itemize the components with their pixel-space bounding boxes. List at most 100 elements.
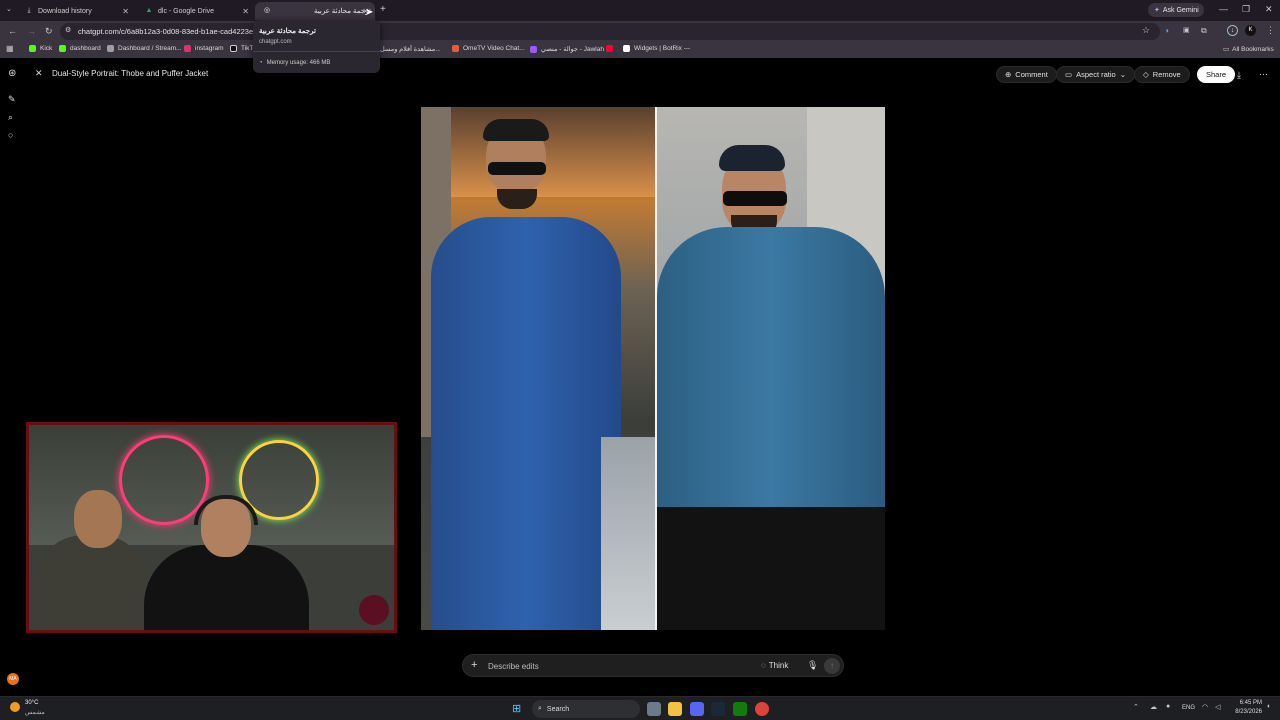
aspect-ratio-button[interactable]: ▭ Aspect ratio ⌄ <box>1056 66 1135 83</box>
user-avatar[interactable]: MA <box>7 673 19 685</box>
ask-gemini-label: Ask Gemini <box>1162 6 1199 14</box>
aspect-ratio-icon: ▭ <box>1065 70 1073 79</box>
extension-icon[interactable]: ▣ <box>1183 26 1190 34</box>
close-icon[interactable]: ✕ <box>242 7 249 16</box>
site-info-icon[interactable]: ⚙ <box>65 26 71 34</box>
clock-date[interactable]: 8/23/2026 <box>1226 709 1262 715</box>
chatgpt-icon: ◎ <box>263 7 271 14</box>
apps-grid-icon[interactable]: ▦ <box>6 44 14 53</box>
search-icon: ⌕ <box>538 705 542 712</box>
page-icon <box>107 45 114 52</box>
close-icon[interactable]: ✕ <box>122 7 129 16</box>
microphone-icon[interactable]: ● <box>1166 703 1170 710</box>
eraser-icon: ◇ <box>1143 70 1149 79</box>
microphone-icon[interactable]: 🎙 <box>807 660 818 671</box>
menu-kebab-icon[interactable]: ⋮ <box>1266 25 1275 36</box>
tab-google-drive[interactable]: ▲ dlc - Google Drive ✕ <box>137 2 255 20</box>
bookmark-item[interactable]: instagram <box>184 45 224 52</box>
toolbar: ← → ↻ ⚙ chatgpt.com/c/6a8b12a3-0d08-83ed… <box>0 21 1280 42</box>
remove-label: Remove <box>1152 70 1181 79</box>
send-button[interactable]: ↑ <box>824 658 840 674</box>
add-icon[interactable]: + <box>471 659 477 671</box>
tab-download-history[interactable]: ⤓ Download history ✕ <box>17 2 135 20</box>
think-label: Think <box>768 661 789 670</box>
kick-icon <box>59 45 66 52</box>
close-window-icon[interactable]: ✕ <box>1265 4 1273 15</box>
chrome-icon[interactable] <box>755 702 769 716</box>
bookmark-star-icon[interactable]: ☆ <box>1142 25 1150 36</box>
windows-start-icon[interactable]: ⊞ <box>512 702 521 715</box>
close-icon[interactable]: ✕ <box>35 68 43 79</box>
divider <box>253 51 380 52</box>
clock-time[interactable]: 6:45 PM <box>1230 700 1262 706</box>
weather-sun-icon[interactable] <box>10 702 20 712</box>
back-icon[interactable]: ← <box>8 26 17 36</box>
edit-prompt-composer[interactable]: + Describe edits ◌ Think 🎙 ↑ <box>462 654 844 677</box>
mouse-cursor-icon: ➤ <box>365 7 374 18</box>
chat-bubble-icon[interactable]: ○ <box>8 130 13 140</box>
maximize-icon[interactable]: ❐ <box>1242 4 1250 15</box>
download-icon[interactable]: ↓ <box>1227 25 1238 36</box>
bookmark-item[interactable] <box>606 45 617 52</box>
language-indicator[interactable]: ENG <box>1182 705 1195 711</box>
aspect-ratio-label: Aspect ratio <box>1076 70 1116 79</box>
jawlah-icon <box>530 45 537 53</box>
cloud-icon[interactable]: ☁ <box>1150 703 1157 711</box>
more-options-icon[interactable]: ⋯ <box>1259 69 1268 80</box>
taskbar-search-box[interactable]: ⌕ Search <box>532 700 640 718</box>
discord-icon[interactable] <box>690 702 704 716</box>
google-drive-icon: ▲ <box>145 7 153 14</box>
bookmark-item[interactable]: جوالة - منصي - Jawlah ... <box>530 45 611 53</box>
remove-button[interactable]: ◇ Remove <box>1134 66 1190 83</box>
ask-gemini-button[interactable]: ✦ Ask Gemini <box>1148 3 1204 17</box>
beard <box>497 189 537 209</box>
address-bar[interactable]: ⚙ chatgpt.com/c/6a8b12a3-0d08-83ed-b1ae-… <box>60 23 1160 40</box>
person-left-face <box>74 490 122 548</box>
weather-temp: 30°C <box>25 700 39 706</box>
bookmark-label: مشاهدة أفلام ومسل... <box>380 46 441 53</box>
kick-icon <box>29 45 36 52</box>
tab-strip: ⌄ ⤓ Download history ✕ ▲ dlc - Google Dr… <box>0 0 1280 21</box>
person-right <box>144 545 309 630</box>
describe-edits-input[interactable]: Describe edits <box>488 662 539 671</box>
bookmark-label: instagram <box>195 45 224 52</box>
tab-search-icon[interactable]: ⌄ <box>6 5 12 13</box>
profile-avatar[interactable]: K <box>1245 25 1256 36</box>
steam-icon[interactable] <box>711 702 725 716</box>
task-view-icon[interactable] <box>647 702 661 716</box>
bookmark-item[interactable]: dashboard <box>59 45 101 52</box>
all-bookmarks[interactable]: ▭ All Bookmarks <box>1223 45 1274 54</box>
weather-desc: مشمس <box>25 710 45 716</box>
volume-icon[interactable]: ◁ <box>1215 703 1220 711</box>
folder-icon: ▭ <box>1223 46 1230 53</box>
extensions-puzzle-icon[interactable]: ⧉ <box>1201 26 1207 36</box>
bookmark-item[interactable]: OmeTV Video Chat... <box>452 45 525 52</box>
reload-icon[interactable]: ↻ <box>45 26 53 37</box>
stream-logo <box>359 595 389 625</box>
share-button[interactable]: Share <box>1197 66 1236 83</box>
xbox-icon[interactable] <box>733 702 747 716</box>
download-icon: ⤓ <box>27 7 31 14</box>
notification-bell-icon[interactable]: ◐ <box>1267 703 1271 710</box>
chevron-up-icon[interactable]: ⌃ <box>1133 703 1139 711</box>
hair <box>719 145 785 171</box>
new-chat-icon[interactable]: ✎ <box>8 94 16 105</box>
tab-chatgpt[interactable]: ◎ ترجمة محادثة عربية ✕ <box>255 2 375 20</box>
bookmark-item[interactable]: Dashboard / Stream... <box>107 45 182 52</box>
comment-button[interactable]: ⊕ Comment <box>996 66 1057 83</box>
download-icon[interactable]: ⤓ <box>1237 70 1241 81</box>
think-button[interactable]: ◌ Think <box>761 661 788 670</box>
bookmark-item[interactable]: مشاهدة أفلام ومسل... <box>380 45 441 53</box>
bookmark-item[interactable]: Widgets | BotRix --- <box>623 45 690 52</box>
minimize-icon[interactable]: — <box>1219 4 1228 14</box>
file-explorer-icon[interactable] <box>668 702 682 716</box>
forward-icon[interactable]: → <box>27 26 36 36</box>
person-left <box>34 535 149 630</box>
extension-icon[interactable]: ◗ <box>1165 26 1170 35</box>
bookmark-label: Kick <box>40 45 53 52</box>
wifi-icon[interactable]: ◠ <box>1202 703 1208 711</box>
bookmark-item[interactable]: Kick <box>29 45 52 52</box>
new-tab-icon[interactable]: + <box>380 4 386 15</box>
blue-thobe <box>431 217 621 630</box>
search-icon[interactable]: ⌕ <box>8 112 13 123</box>
